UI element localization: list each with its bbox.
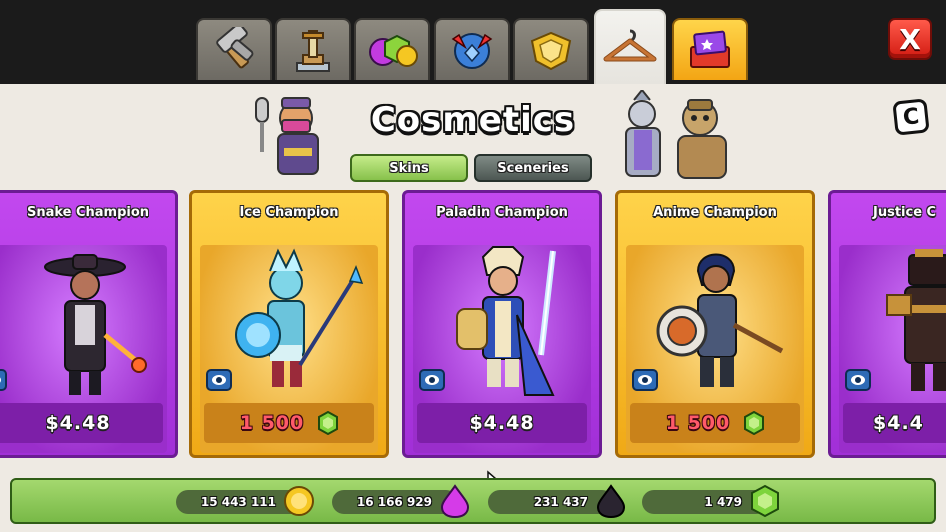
book-icon [690, 30, 730, 68]
tab-cosmetics[interactable] [594, 9, 666, 84]
top-tab-bar: X [0, 0, 946, 84]
card-art: 1 500 [200, 245, 378, 453]
skins-carousel[interactable]: Snake Champion $4.48 Ice Champion 1 500 … [0, 190, 946, 462]
tab-league-badge[interactable] [434, 18, 510, 80]
cosmetics-panel: Cosmetics C Skins Sceneries Snake Champi… [0, 84, 946, 532]
price-label: 1 500 [665, 412, 731, 434]
elixir-amount: 16 166 929 [356, 495, 432, 509]
preview-eye-icon[interactable] [845, 369, 871, 391]
gold-amount: 15 443 111 [200, 495, 276, 509]
skin-card-paladin-champion[interactable]: Paladin Champion $4.48 [402, 190, 602, 458]
dark-elixir-drop-icon [596, 484, 626, 518]
elixir-drop-icon [440, 484, 470, 518]
dark-elixir-counter: 231 437 [488, 484, 626, 518]
gold-coin-icon [284, 486, 314, 516]
tab-skins[interactable]: Skins [350, 154, 468, 182]
card-title: Ice Champion [239, 205, 339, 220]
tab-builder-tools[interactable] [196, 18, 272, 80]
skin-card-anime-champion[interactable]: Anime Champion 1 500 [615, 190, 815, 458]
card-title: Anime Champion [653, 205, 777, 220]
snake-champion-figure [44, 254, 147, 395]
hammer-icon [216, 27, 254, 69]
league-badge-icon [451, 33, 493, 69]
card-title: Snake Champion [26, 205, 150, 220]
close-button[interactable]: X [888, 18, 932, 60]
card-price: $4.48 [417, 403, 587, 443]
card-price: $4.4 [843, 403, 946, 443]
page-title: Cosmetics [370, 100, 576, 140]
resources-icon [369, 34, 418, 67]
hanger-icon [603, 29, 657, 61]
card-price: 1 500 [204, 403, 374, 443]
gems-counter: 1 479 [642, 484, 779, 518]
preview-eye-icon[interactable] [419, 369, 445, 391]
price-label: $4.4 [873, 412, 924, 434]
card-price: 1 500 [630, 403, 800, 443]
card-title: Justice C [873, 205, 937, 220]
preview-eye-icon[interactable] [0, 369, 7, 391]
statue-icon [296, 30, 330, 72]
gem-icon [751, 484, 779, 518]
card-art: 1 500 [626, 245, 804, 453]
preview-eye-icon[interactable] [632, 369, 658, 391]
dark-elixir-amount: 231 437 [533, 495, 588, 509]
war-badge-icon [530, 31, 572, 71]
tab-book-offers[interactable] [672, 18, 748, 80]
card-title: Paladin Champion [436, 205, 568, 220]
card-art: $4.48 [413, 245, 591, 453]
card-art: $4.48 [0, 245, 167, 453]
gem-icon [318, 411, 339, 435]
tab-sceneries[interactable]: Sceneries [474, 154, 592, 182]
price-label: 1 500 [239, 412, 305, 434]
elixir-counter: 16 166 929 [332, 484, 470, 518]
gems-amount: 1 479 [704, 495, 742, 509]
skin-card-ice-champion[interactable]: Ice Champion 1 500 [189, 190, 389, 458]
tab-training-statue[interactable] [275, 18, 351, 80]
preview-eye-icon[interactable] [206, 369, 232, 391]
skin-card-snake-champion[interactable]: Snake Champion $4.48 [0, 190, 178, 458]
tab-resources[interactable] [354, 18, 430, 80]
price-label: $4.48 [45, 412, 111, 434]
gem-icon [744, 411, 765, 435]
skin-card-justice-champion[interactable]: Justice C $4.4 [828, 190, 946, 458]
gold-counter: 15 443 111 [176, 486, 314, 516]
resource-bar: 15 443 111 16 166 929 231 437 1 479 [10, 478, 936, 524]
card-art: $4.4 [839, 245, 946, 453]
card-price: $4.48 [0, 403, 163, 443]
price-label: $4.48 [469, 412, 535, 434]
info-button[interactable]: C [892, 98, 930, 136]
tab-war-badge[interactable] [513, 18, 589, 80]
